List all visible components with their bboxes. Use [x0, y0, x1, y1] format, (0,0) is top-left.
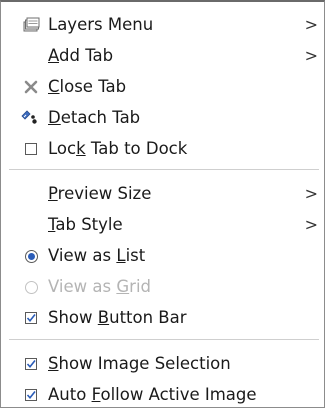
checkbox[interactable] [25, 358, 37, 370]
menu-item-show-button-bar[interactable]: Show Button Bar [1, 303, 326, 333]
checkbox[interactable] [25, 312, 37, 324]
menu-item-label: Add Tab [48, 46, 114, 65]
close-icon [21, 72, 41, 102]
chevron-right-icon: > [304, 46, 318, 65]
menu-item-label: View as Grid [48, 277, 151, 296]
menu-item-label: Show Button Bar [48, 308, 187, 327]
radio-selected-icon[interactable] [21, 241, 41, 271]
menu-item-label: Layers Menu [48, 15, 154, 34]
checkbox-checked-icon[interactable] [21, 303, 41, 333]
menu-item-show-image-selection[interactable]: Show Image Selection [1, 349, 326, 379]
detach-icon [21, 103, 41, 133]
menu-separator [9, 339, 319, 340]
menu-item-lock-tab-to-dock[interactable]: Lock Tab to Dock [1, 134, 326, 164]
checkbox-checked-icon[interactable] [21, 380, 41, 410]
menu-item-label: Tab Style [48, 215, 123, 234]
checkbox-unchecked-icon[interactable] [21, 134, 41, 164]
menu-item-label: Show Image Selection [48, 354, 231, 373]
layers-icon [21, 10, 41, 40]
menu-item-detach-tab[interactable]: Detach Tab [1, 103, 326, 133]
menu-item-label: Detach Tab [48, 108, 141, 127]
chevron-right-icon: > [304, 184, 318, 203]
menu-item-layers-menu[interactable]: Layers Menu > [1, 10, 326, 40]
checkbox[interactable] [25, 389, 37, 401]
menu-item-add-tab[interactable]: Add Tab > [1, 41, 326, 71]
menu-item-label: Lock Tab to Dock [48, 139, 188, 158]
radio-button[interactable] [24, 249, 38, 263]
chevron-right-icon: > [304, 15, 318, 34]
checkbox[interactable] [25, 143, 37, 155]
radio-button [24, 280, 38, 294]
menu-item-view-as-grid: View as Grid [1, 272, 326, 302]
menu-item-label: Close Tab [48, 77, 127, 96]
menu-item-label: View as List [48, 246, 146, 265]
menu-item-label: Preview Size [48, 184, 152, 203]
radio-unselected-icon [21, 272, 41, 302]
menu-item-tab-style[interactable]: Tab Style > [1, 210, 326, 240]
dock-tab-context-menu: Layers Menu > Add Tab > Close Tab Detach… [0, 0, 325, 408]
chevron-right-icon: > [304, 215, 318, 234]
menu-item-close-tab[interactable]: Close Tab [1, 72, 326, 102]
menu-item-view-as-list[interactable]: View as List [1, 241, 326, 271]
menu-item-label: Auto Follow Active Image [48, 385, 257, 404]
checkbox-checked-icon[interactable] [21, 349, 41, 379]
menu-item-auto-follow-active-image[interactable]: Auto Follow Active Image [1, 380, 326, 410]
menu-item-preview-size[interactable]: Preview Size > [1, 179, 326, 209]
menu-separator [9, 169, 319, 170]
